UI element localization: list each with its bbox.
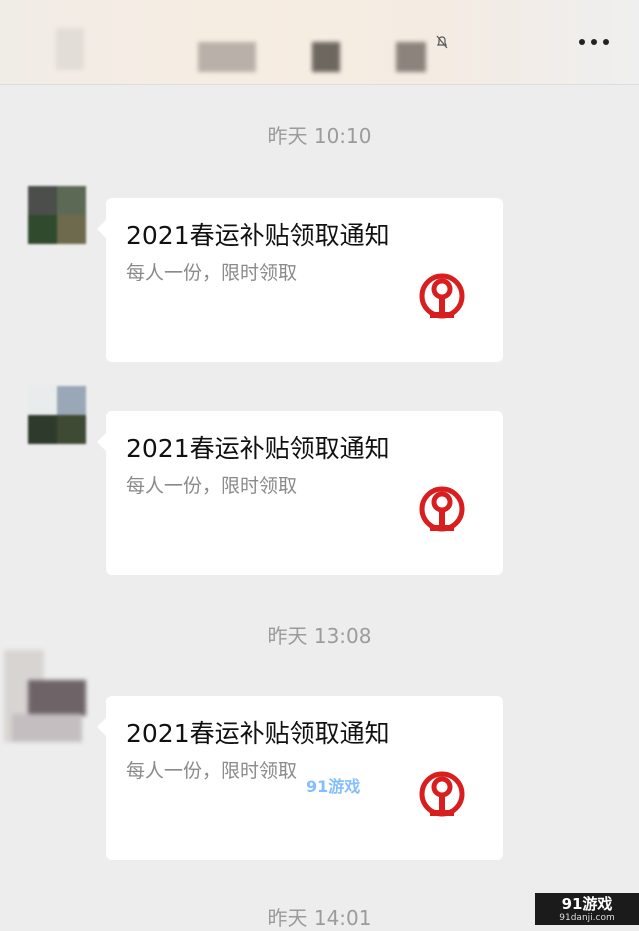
watermark: 91游戏 xyxy=(306,777,361,796)
chat-title-blur xyxy=(198,42,256,72)
message-card[interactable]: 2021春运补贴领取通知 每人一份，限时领取 xyxy=(97,696,503,860)
watermark-url: 91danji.com xyxy=(559,913,615,923)
avatar[interactable] xyxy=(4,650,88,742)
timestamp: 昨天 13:08 xyxy=(267,624,372,648)
chat-title-blur-3 xyxy=(396,42,426,72)
card-description: 每人一份，限时领取 xyxy=(126,262,298,284)
timestamp: 昨天 10:10 xyxy=(267,124,372,148)
bell-muted-icon xyxy=(436,35,448,49)
chat-title-blur-2 xyxy=(312,42,340,72)
card-title: 2021春运补贴领取通知 xyxy=(126,434,390,463)
back-area-blur[interactable] xyxy=(56,28,84,70)
corner-watermark: 91游戏 91danji.com xyxy=(535,893,639,925)
avatar[interactable] xyxy=(28,186,86,244)
message-card[interactable]: 2021春运补贴领取通知 每人一份，限时领取 xyxy=(97,411,503,575)
card-description: 每人一份，限时领取 xyxy=(126,760,298,782)
china-railway-logo-icon xyxy=(419,486,465,532)
card-title: 2021春运补贴领取通知 xyxy=(126,221,390,250)
avatar[interactable] xyxy=(28,386,86,444)
watermark-brand: 91游戏 xyxy=(561,895,613,913)
chat-header xyxy=(0,0,639,85)
china-railway-logo-icon xyxy=(419,771,465,817)
card-title: 2021春运补贴领取通知 xyxy=(126,719,390,748)
china-railway-logo-icon xyxy=(419,273,465,319)
more-dots-icon[interactable] xyxy=(579,38,609,46)
message-card[interactable]: 2021春运补贴领取通知 每人一份，限时领取 xyxy=(97,198,503,362)
card-description: 每人一份，限时领取 xyxy=(126,475,298,497)
